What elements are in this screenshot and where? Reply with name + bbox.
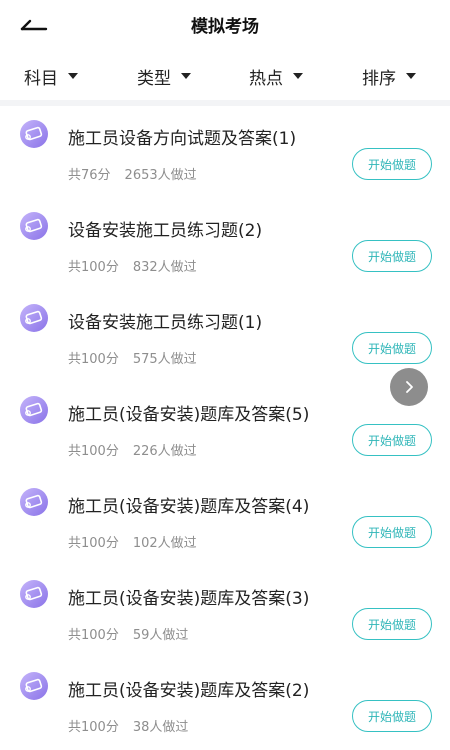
- exam-item[interactable]: 施工员(设备安装)题库及答案(3) 共100分 59人做过 开始做题: [0, 566, 450, 658]
- exam-item[interactable]: 施工员(设备安装)题库及答案(2) 共100分 38人做过 开始做题: [0, 658, 450, 750]
- scroll-icon: [20, 488, 48, 516]
- top-bar: 模拟考场: [0, 0, 450, 48]
- filter-sort[interactable]: 排序: [362, 62, 416, 90]
- exam-participants: 102人做过: [132, 536, 197, 551]
- exam-score: 共100分: [68, 720, 119, 735]
- exam-title: 设备安装施工员练习题(2): [68, 221, 263, 241]
- start-exam-button[interactable]: 开始做题: [352, 516, 432, 548]
- caret-down-icon: [68, 73, 78, 79]
- next-page-button[interactable]: [390, 368, 428, 406]
- filter-hot[interactable]: 热点: [249, 62, 303, 90]
- exam-score: 共100分: [68, 444, 119, 459]
- exam-participants: 832人做过: [132, 260, 197, 275]
- scroll-icon: [20, 396, 48, 424]
- exam-item[interactable]: 设备安装施工员练习题(1) 共100分 575人做过 开始做题: [0, 290, 450, 382]
- exam-title: 施工员(设备安装)题库及答案(3): [68, 589, 310, 609]
- start-exam-button[interactable]: 开始做题: [352, 424, 432, 456]
- exam-meta: 共100分 575人做过: [68, 348, 197, 367]
- scroll-icon: [20, 580, 48, 608]
- exam-participants: 226人做过: [132, 444, 197, 459]
- filter-subject-label: 科目: [24, 68, 58, 89]
- exam-item[interactable]: 施工员(设备安装)题库及答案(5) 共100分 226人做过 开始做题: [0, 382, 450, 474]
- exam-meta: 共100分 59人做过: [68, 624, 188, 643]
- filter-subject[interactable]: 科目: [24, 62, 78, 90]
- exam-title: 设备安装施工员练习题(1): [68, 313, 263, 333]
- exam-participants: 38人做过: [132, 720, 189, 735]
- exam-score: 共100分: [68, 536, 119, 551]
- exam-item[interactable]: 施工员设备方向试题及答案(1) 共76分 2653人做过 开始做题: [0, 106, 450, 198]
- exam-item[interactable]: 设备安装施工员练习题(2) 共100分 832人做过 开始做题: [0, 198, 450, 290]
- scroll-icon: [20, 212, 48, 240]
- scroll-icon: [20, 304, 48, 332]
- exam-score: 共100分: [68, 352, 119, 367]
- start-exam-button[interactable]: 开始做题: [352, 700, 432, 732]
- caret-down-icon: [406, 73, 416, 79]
- filter-hot-label: 热点: [249, 68, 283, 89]
- exam-title: 施工员(设备安装)题库及答案(4): [68, 497, 310, 517]
- exam-meta: 共100分 38人做过: [68, 716, 188, 735]
- start-exam-button[interactable]: 开始做题: [352, 608, 432, 640]
- caret-down-icon: [293, 73, 303, 79]
- start-exam-button[interactable]: 开始做题: [352, 332, 432, 364]
- exam-score: 共100分: [68, 260, 119, 275]
- page-title: 模拟考场: [191, 17, 259, 37]
- exam-score: 共76分: [68, 168, 111, 183]
- filter-sort-label: 排序: [362, 68, 396, 89]
- exam-title: 施工员(设备安装)题库及答案(5): [68, 405, 310, 425]
- filter-type-label: 类型: [137, 68, 171, 89]
- exam-title: 施工员设备方向试题及答案(1): [68, 129, 297, 149]
- scroll-icon: [20, 120, 48, 148]
- exam-meta: 共100分 832人做过: [68, 256, 197, 275]
- exam-title: 施工员(设备安装)题库及答案(2): [68, 681, 310, 701]
- exam-participants: 59人做过: [132, 628, 189, 643]
- exam-item[interactable]: 施工员(设备安装)题库及答案(4) 共100分 102人做过 开始做题: [0, 474, 450, 566]
- exam-score: 共100分: [68, 628, 119, 643]
- exam-meta: 共100分 102人做过: [68, 532, 197, 551]
- start-exam-button[interactable]: 开始做题: [352, 148, 432, 180]
- filter-bar: 科目 类型 热点 排序: [0, 56, 450, 96]
- chevron-right-icon: [406, 381, 413, 393]
- filter-type[interactable]: 类型: [137, 62, 191, 90]
- scroll-icon: [20, 672, 48, 700]
- exam-meta: 共100分 226人做过: [68, 440, 197, 459]
- caret-down-icon: [181, 73, 191, 79]
- start-exam-button[interactable]: 开始做题: [352, 240, 432, 272]
- exam-participants: 575人做过: [132, 352, 197, 367]
- exam-meta: 共76分 2653人做过: [68, 164, 197, 183]
- exam-participants: 2653人做过: [124, 168, 197, 183]
